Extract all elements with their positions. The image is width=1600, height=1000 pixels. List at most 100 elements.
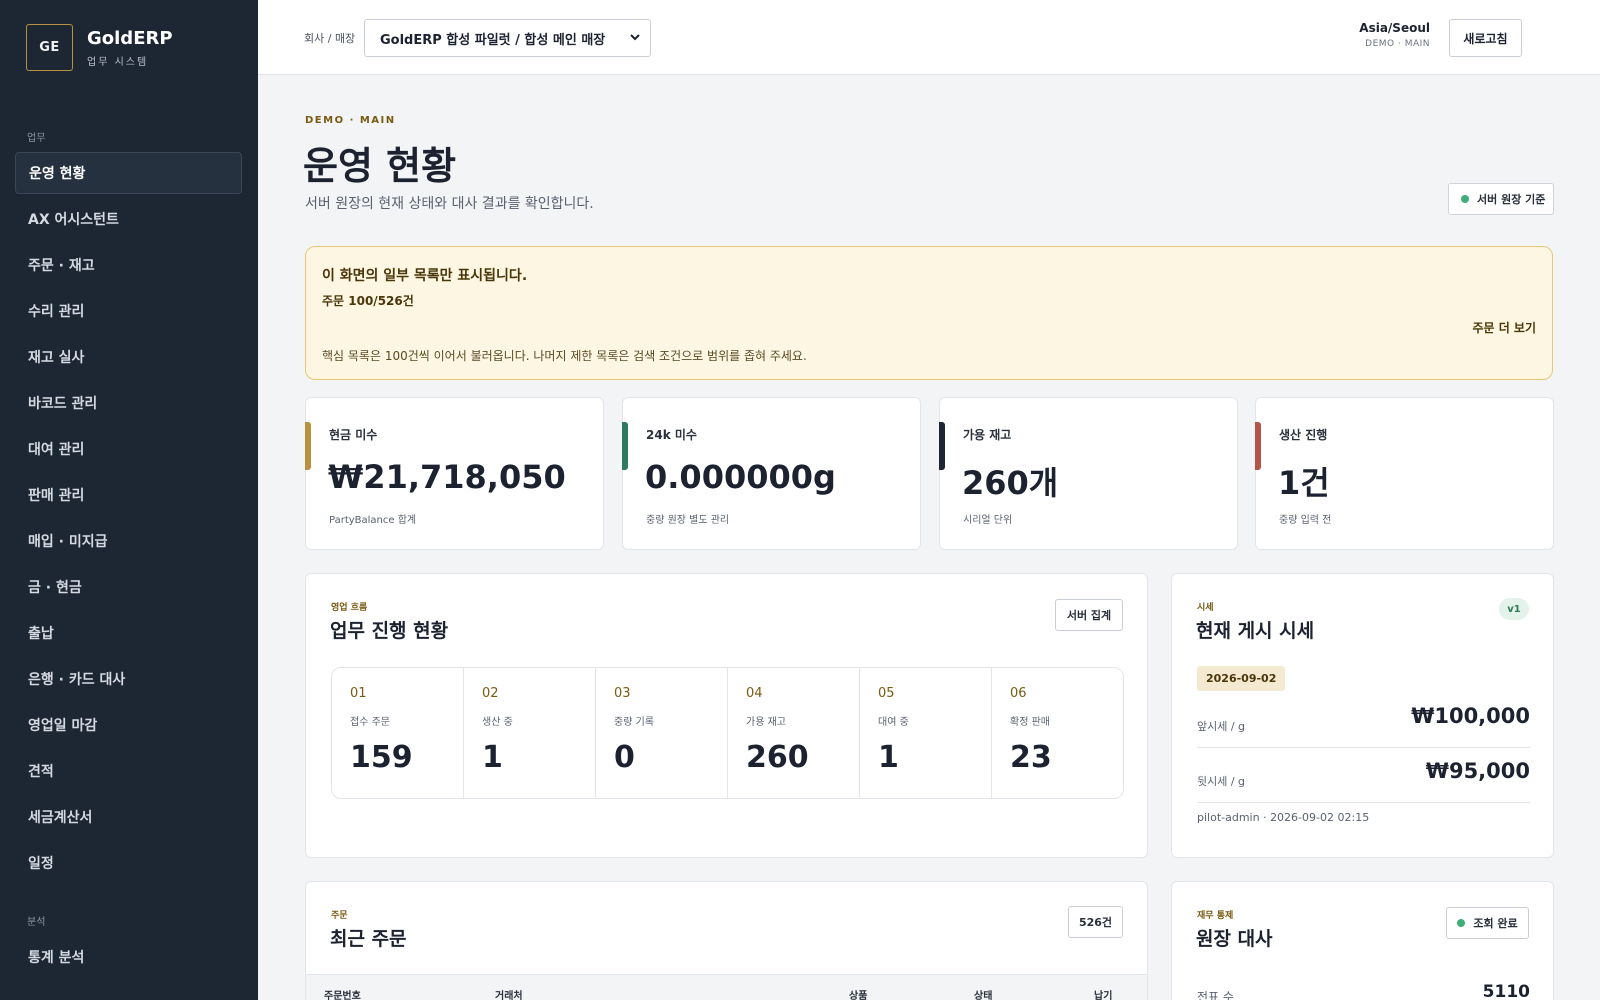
load-more-orders-link[interactable]: 주문 더 보기: [1472, 319, 1536, 336]
company-store-select[interactable]: GoldERP 합성 파일럿 / 합성 메인 매장: [364, 19, 651, 57]
sidebar-item-orders-inventory[interactable]: 주문 · 재고: [15, 244, 242, 286]
kpi-accent-bar: [622, 422, 628, 470]
sidebar-item-tax-invoice[interactable]: 세금계산서: [15, 796, 242, 838]
panel-eyebrow: 영업 흐름: [331, 603, 368, 613]
sidebar-item-purchase[interactable]: 매입 · 미지급: [15, 520, 242, 562]
kpi-value: ₩21,718,050: [328, 458, 566, 496]
nav-section-work: 업무: [27, 133, 46, 144]
price-date: 2026-09-02: [1197, 666, 1286, 691]
kpi-value: 1건: [1278, 464, 1330, 502]
status-dot-icon: [1461, 195, 1469, 203]
nav-section-analysis: 분석: [27, 917, 46, 928]
chevron-down-icon: [630, 34, 640, 41]
sidebar-item-bank-card[interactable]: 은행 · 카드 대사: [15, 658, 242, 700]
step-label: 확정 판매: [1010, 717, 1050, 728]
sidebar-item-barcode[interactable]: 바코드 관리: [15, 382, 242, 424]
step-label: 중량 기록: [614, 717, 654, 728]
workflow-step[interactable]: 06 확정 판매 23: [992, 668, 1123, 798]
panel-title: 업무 진행 현황: [330, 620, 449, 642]
timezone-info: Asia/Seoul DEMO · MAIN: [1359, 21, 1430, 49]
sidebar-item-repairs[interactable]: 수리 관리: [15, 290, 242, 332]
price-meta: pilot-admin · 2026-09-02 02:15: [1197, 811, 1370, 824]
kpi-cash-receivable: 현금 미수 ₩21,718,050 PartyBalance 합계: [305, 397, 604, 550]
workflow-step[interactable]: 01 접수 주문 159: [332, 668, 464, 798]
step-label: 가용 재고: [746, 717, 786, 728]
sidebar-item-sales[interactable]: 판매 관리: [15, 474, 242, 516]
query-status-label: 조회 완료: [1473, 917, 1518, 930]
workflow-step[interactable]: 05 대여 중 1: [860, 668, 992, 798]
kpi-24k-receivable: 24k 미수 0.000000g 중량 원장 별도 관리: [622, 397, 921, 550]
step-label: 생산 중: [482, 717, 513, 728]
kpi-note: 시리얼 단위: [963, 515, 1013, 526]
step-value: 260: [746, 740, 809, 775]
company-label: 회사 / 매장: [304, 32, 356, 45]
panel-title: 원장 대사: [1196, 928, 1273, 950]
column-header[interactable]: 주문번호: [324, 987, 361, 1000]
ledger-basis-badge: 서버 원장 기준: [1448, 183, 1554, 215]
kpi-value: 260개: [962, 464, 1059, 502]
sidebar-item-schedule[interactable]: 일정: [15, 842, 242, 884]
step-value: 0: [614, 740, 635, 775]
column-header[interactable]: 상태: [974, 987, 992, 1000]
timezone-city: Asia/Seoul: [1359, 21, 1430, 35]
kpi-note: 중량 원장 별도 관리: [646, 515, 730, 526]
timezone-sub: DEMO · MAIN: [1365, 39, 1430, 49]
kpi-label: 현금 미수: [329, 428, 378, 442]
ledger-basis-label: 서버 원장 기준: [1477, 193, 1546, 206]
brand[interactable]: GE GoldERP 업무 시스템: [26, 24, 173, 71]
panel-eyebrow: 주문: [331, 911, 348, 921]
sidebar-item-gold-cash[interactable]: 금 · 현금: [15, 566, 242, 608]
sidebar-item-stocktake[interactable]: 재고 실사: [15, 336, 242, 378]
price-panel: 시세 현재 게시 시세 v1 2026-09-02 앞시세 / g ₩100,0…: [1171, 573, 1554, 858]
workflow-step[interactable]: 03 중량 기록 0: [596, 668, 728, 798]
recent-orders-panel: 주문 최근 주문 526건 주문번호 거래처 상품 상태 납기: [305, 881, 1148, 1000]
kpi-accent-bar: [305, 422, 311, 470]
step-number: 03: [614, 686, 631, 701]
kpi-production: 생산 진행 1건 중량 입력 전: [1255, 397, 1554, 550]
step-number: 05: [878, 686, 895, 701]
notice-title: 이 화면의 일부 목록만 표시됩니다.: [322, 268, 528, 284]
nav-work: 운영 현황 AX 어시스턴트 주문 · 재고 수리 관리 재고 실사 바코드 관…: [15, 152, 242, 888]
page-title: 운영 현황: [303, 144, 457, 188]
kpi-label: 생산 진행: [1279, 428, 1328, 442]
buy-price-label: 앞시세 / g: [1197, 720, 1246, 733]
sidebar-item-quote[interactable]: 견적: [15, 750, 242, 792]
sell-price-value: ₩95,000: [1425, 759, 1530, 783]
sidebar: GE GoldERP 업무 시스템 업무 운영 현황 AX 어시스턴트 주문 ·…: [0, 0, 258, 1000]
step-value: 159: [350, 740, 413, 775]
page-eyebrow: DEMO · MAIN: [305, 115, 396, 126]
sell-price-row: 뒷시세 / g ₩95,000: [1197, 751, 1530, 807]
voucher-count-value: 5110: [1482, 982, 1530, 1000]
reconciliation-panel: 재무 통제 원장 대사 조회 완료 전표 수 5110: [1171, 881, 1554, 1000]
sidebar-item-statistics[interactable]: 통계 분석: [15, 936, 242, 978]
workflow-steps: 01 접수 주문 159 02 생산 중 1 03 중량 기록 0 04 가용 …: [331, 667, 1124, 799]
step-label: 접수 주문: [350, 717, 390, 728]
sidebar-item-day-close[interactable]: 영업일 마감: [15, 704, 242, 746]
voucher-count-label: 전표 수: [1197, 990, 1234, 1000]
column-header[interactable]: 납기: [1094, 987, 1112, 1000]
workflow-panel: 영업 흐름 업무 진행 현황 서버 집계 01 접수 주문 159 02 생산 …: [305, 573, 1148, 858]
column-header[interactable]: 거래처: [495, 987, 523, 1000]
sidebar-item-ax-assistant[interactable]: AX 어시스턴트: [15, 198, 242, 240]
divider: [1197, 802, 1530, 803]
brand-name: GoldERP: [87, 27, 173, 49]
page-description: 서버 원장의 현재 상태와 대사 결과를 확인합니다.: [305, 196, 594, 212]
server-aggregate-button[interactable]: 서버 집계: [1055, 599, 1123, 631]
sidebar-item-rental[interactable]: 대여 관리: [15, 428, 242, 470]
topbar: 회사 / 매장 GoldERP 합성 파일럿 / 합성 메인 매장 Asia/S…: [258, 0, 1600, 75]
workflow-step[interactable]: 04 가용 재고 260: [728, 668, 860, 798]
kpi-available-stock: 가용 재고 260개 시리얼 단위: [939, 397, 1238, 550]
brand-subtitle: 업무 시스템: [87, 56, 149, 68]
column-header[interactable]: 상품: [849, 987, 867, 1000]
step-value: 1: [482, 740, 503, 775]
step-number: 02: [482, 686, 499, 701]
divider: [1197, 747, 1530, 748]
kpi-accent-bar: [939, 422, 945, 470]
sidebar-item-cashier[interactable]: 출납: [15, 612, 242, 654]
brand-logo: GE: [26, 24, 73, 71]
step-label: 대여 중: [878, 717, 909, 728]
refresh-button[interactable]: 새로고침: [1449, 19, 1522, 57]
panel-eyebrow: 시세: [1197, 603, 1214, 613]
sidebar-item-dashboard[interactable]: 운영 현황: [15, 152, 242, 194]
workflow-step[interactable]: 02 생산 중 1: [464, 668, 596, 798]
